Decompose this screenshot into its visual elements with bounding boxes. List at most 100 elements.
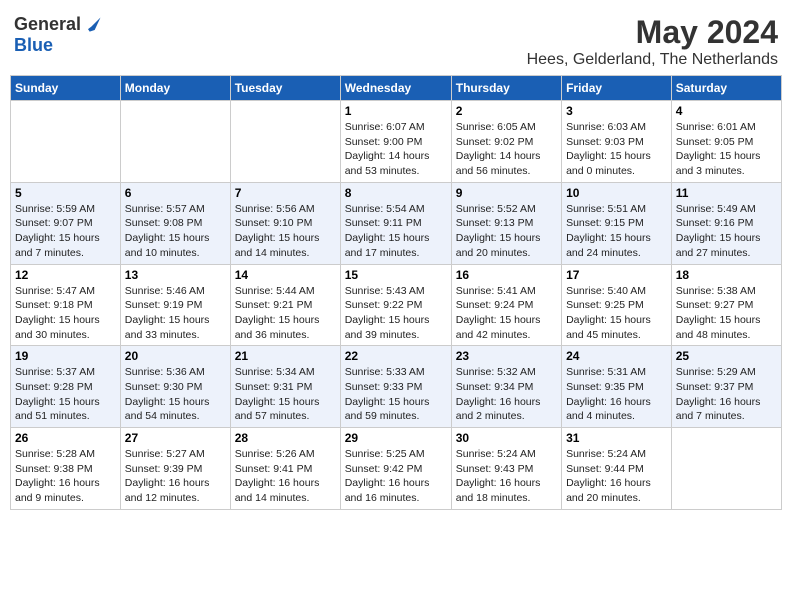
calendar-week-row: 12 Sunrise: 5:47 AM Sunset: 9:18 PM Dayli… bbox=[11, 264, 782, 346]
day-number: 10 bbox=[566, 186, 667, 200]
day-info: Sunrise: 5:51 AM Sunset: 9:15 PM Dayligh… bbox=[566, 202, 667, 261]
weekday-header-cell: Friday bbox=[562, 76, 672, 101]
calendar-day-cell: 31 Sunrise: 5:24 AM Sunset: 9:44 PM Dayli… bbox=[562, 428, 672, 510]
day-number: 27 bbox=[125, 431, 226, 445]
subtitle: Hees, Gelderland, The Netherlands bbox=[527, 51, 778, 69]
calendar-day-cell: 26Sunrise: 5:28 AM Sunset: 9:38 PM Dayli… bbox=[11, 428, 121, 510]
calendar-day-cell: 10 Sunrise: 5:51 AM Sunset: 9:15 PM Dayli… bbox=[562, 182, 672, 264]
day-info: Sunrise: 5:41 AM Sunset: 9:24 PM Dayligh… bbox=[456, 284, 557, 343]
day-number: 4 bbox=[676, 104, 777, 118]
weekday-header-row: SundayMondayTuesdayWednesdayThursdayFrid… bbox=[11, 76, 782, 101]
day-info: Sunrise: 5:52 AM Sunset: 9:13 PM Dayligh… bbox=[456, 202, 557, 261]
day-number: 1 bbox=[345, 104, 447, 118]
calendar-day-cell bbox=[671, 428, 781, 510]
calendar-day-cell: 5Sunrise: 5:59 AM Sunset: 9:07 PM Daylig… bbox=[11, 182, 121, 264]
day-info: Sunrise: 5:33 AM Sunset: 9:33 PM Dayligh… bbox=[345, 365, 447, 424]
calendar-day-cell: 28 Sunrise: 5:26 AM Sunset: 9:41 PM Dayli… bbox=[230, 428, 340, 510]
weekday-header-cell: Wednesday bbox=[340, 76, 451, 101]
day-number: 20 bbox=[125, 349, 226, 363]
calendar-day-cell: 2 Sunrise: 6:05 AM Sunset: 9:02 PM Daylig… bbox=[451, 101, 561, 183]
calendar-day-cell: 21 Sunrise: 5:34 AM Sunset: 9:31 PM Dayli… bbox=[230, 346, 340, 428]
day-info: Sunrise: 5:36 AM Sunset: 9:30 PM Dayligh… bbox=[125, 365, 226, 424]
calendar-day-cell bbox=[230, 101, 340, 183]
day-info: Sunrise: 5:27 AM Sunset: 9:39 PM Dayligh… bbox=[125, 447, 226, 506]
day-number: 19 bbox=[15, 349, 116, 363]
day-info: Sunrise: 6:03 AM Sunset: 9:03 PM Dayligh… bbox=[566, 120, 667, 179]
day-number: 16 bbox=[456, 268, 557, 282]
day-number: 15 bbox=[345, 268, 447, 282]
calendar-day-cell: 25 Sunrise: 5:29 AM Sunset: 9:37 PM Dayli… bbox=[671, 346, 781, 428]
calendar-day-cell: 29 Sunrise: 5:25 AM Sunset: 9:42 PM Dayli… bbox=[340, 428, 451, 510]
calendar-day-cell: 16 Sunrise: 5:41 AM Sunset: 9:24 PM Dayli… bbox=[451, 264, 561, 346]
day-info: Sunrise: 6:05 AM Sunset: 9:02 PM Dayligh… bbox=[456, 120, 557, 179]
calendar-body: 1 Sunrise: 6:07 AM Sunset: 9:00 PM Daylig… bbox=[11, 101, 782, 510]
day-number: 23 bbox=[456, 349, 557, 363]
calendar-day-cell: 24 Sunrise: 5:31 AM Sunset: 9:35 PM Dayli… bbox=[562, 346, 672, 428]
calendar-week-row: 26Sunrise: 5:28 AM Sunset: 9:38 PM Dayli… bbox=[11, 428, 782, 510]
day-info: Sunrise: 5:47 AM Sunset: 9:18 PM Dayligh… bbox=[15, 284, 116, 343]
calendar-table: SundayMondayTuesdayWednesdayThursdayFrid… bbox=[10, 75, 782, 510]
weekday-header-cell: Thursday bbox=[451, 76, 561, 101]
day-number: 7 bbox=[235, 186, 336, 200]
day-info: Sunrise: 5:38 AM Sunset: 9:27 PM Dayligh… bbox=[676, 284, 777, 343]
day-number: 3 bbox=[566, 104, 667, 118]
calendar-day-cell: 14 Sunrise: 5:44 AM Sunset: 9:21 PM Dayli… bbox=[230, 264, 340, 346]
day-number: 2 bbox=[456, 104, 557, 118]
day-number: 25 bbox=[676, 349, 777, 363]
weekday-header-cell: Tuesday bbox=[230, 76, 340, 101]
day-info: Sunrise: 5:46 AM Sunset: 9:19 PM Dayligh… bbox=[125, 284, 226, 343]
day-number: 5 bbox=[15, 186, 116, 200]
calendar-day-cell: 12 Sunrise: 5:47 AM Sunset: 9:18 PM Dayli… bbox=[11, 264, 121, 346]
logo-blue-text: Blue bbox=[14, 35, 53, 55]
day-info: Sunrise: 5:31 AM Sunset: 9:35 PM Dayligh… bbox=[566, 365, 667, 424]
calendar-day-cell: 22 Sunrise: 5:33 AM Sunset: 9:33 PM Dayli… bbox=[340, 346, 451, 428]
day-info: Sunrise: 5:25 AM Sunset: 9:42 PM Dayligh… bbox=[345, 447, 447, 506]
calendar-day-cell bbox=[120, 101, 230, 183]
main-title: May 2024 bbox=[527, 14, 778, 51]
day-number: 11 bbox=[676, 186, 777, 200]
day-info: Sunrise: 5:24 AM Sunset: 9:44 PM Dayligh… bbox=[566, 447, 667, 506]
day-number: 22 bbox=[345, 349, 447, 363]
day-number: 28 bbox=[235, 431, 336, 445]
weekday-header-cell: Saturday bbox=[671, 76, 781, 101]
day-number: 26 bbox=[15, 431, 116, 445]
calendar-day-cell: 4 Sunrise: 6:01 AM Sunset: 9:05 PM Daylig… bbox=[671, 101, 781, 183]
day-number: 31 bbox=[566, 431, 667, 445]
day-info: Sunrise: 6:07 AM Sunset: 9:00 PM Dayligh… bbox=[345, 120, 447, 179]
calendar-day-cell: 7 Sunrise: 5:56 AM Sunset: 9:10 PM Daylig… bbox=[230, 182, 340, 264]
calendar-week-row: 5Sunrise: 5:59 AM Sunset: 9:07 PM Daylig… bbox=[11, 182, 782, 264]
calendar-day-cell: 20 Sunrise: 5:36 AM Sunset: 9:30 PM Dayli… bbox=[120, 346, 230, 428]
day-number: 29 bbox=[345, 431, 447, 445]
day-number: 24 bbox=[566, 349, 667, 363]
calendar-day-cell bbox=[11, 101, 121, 183]
calendar-day-cell: 11Sunrise: 5:49 AM Sunset: 9:16 PM Dayli… bbox=[671, 182, 781, 264]
calendar-day-cell: 1 Sunrise: 6:07 AM Sunset: 9:00 PM Daylig… bbox=[340, 101, 451, 183]
day-number: 12 bbox=[15, 268, 116, 282]
day-number: 21 bbox=[235, 349, 336, 363]
logo-bird-icon bbox=[83, 15, 103, 35]
day-info: Sunrise: 5:29 AM Sunset: 9:37 PM Dayligh… bbox=[676, 365, 777, 424]
day-number: 6 bbox=[125, 186, 226, 200]
calendar-week-row: 1 Sunrise: 6:07 AM Sunset: 9:00 PM Daylig… bbox=[11, 101, 782, 183]
day-info: Sunrise: 5:26 AM Sunset: 9:41 PM Dayligh… bbox=[235, 447, 336, 506]
page-header: General Blue May 2024 Hees, Gelderland, … bbox=[10, 10, 782, 69]
calendar-day-cell: 17 Sunrise: 5:40 AM Sunset: 9:25 PM Dayli… bbox=[562, 264, 672, 346]
calendar-day-cell: 18 Sunrise: 5:38 AM Sunset: 9:27 PM Dayli… bbox=[671, 264, 781, 346]
day-number: 18 bbox=[676, 268, 777, 282]
day-number: 17 bbox=[566, 268, 667, 282]
day-number: 8 bbox=[345, 186, 447, 200]
day-number: 14 bbox=[235, 268, 336, 282]
day-number: 30 bbox=[456, 431, 557, 445]
day-number: 13 bbox=[125, 268, 226, 282]
day-info: Sunrise: 5:44 AM Sunset: 9:21 PM Dayligh… bbox=[235, 284, 336, 343]
day-info: Sunrise: 5:56 AM Sunset: 9:10 PM Dayligh… bbox=[235, 202, 336, 261]
calendar-day-cell: 9Sunrise: 5:52 AM Sunset: 9:13 PM Daylig… bbox=[451, 182, 561, 264]
calendar-day-cell: 13 Sunrise: 5:46 AM Sunset: 9:19 PM Dayli… bbox=[120, 264, 230, 346]
calendar-day-cell: 3 Sunrise: 6:03 AM Sunset: 9:03 PM Daylig… bbox=[562, 101, 672, 183]
day-info: Sunrise: 5:34 AM Sunset: 9:31 PM Dayligh… bbox=[235, 365, 336, 424]
logo-general-text: General bbox=[14, 14, 81, 35]
calendar-day-cell: 30Sunrise: 5:24 AM Sunset: 9:43 PM Dayli… bbox=[451, 428, 561, 510]
day-info: Sunrise: 5:40 AM Sunset: 9:25 PM Dayligh… bbox=[566, 284, 667, 343]
calendar-day-cell: 15Sunrise: 5:43 AM Sunset: 9:22 PM Dayli… bbox=[340, 264, 451, 346]
day-info: Sunrise: 6:01 AM Sunset: 9:05 PM Dayligh… bbox=[676, 120, 777, 179]
